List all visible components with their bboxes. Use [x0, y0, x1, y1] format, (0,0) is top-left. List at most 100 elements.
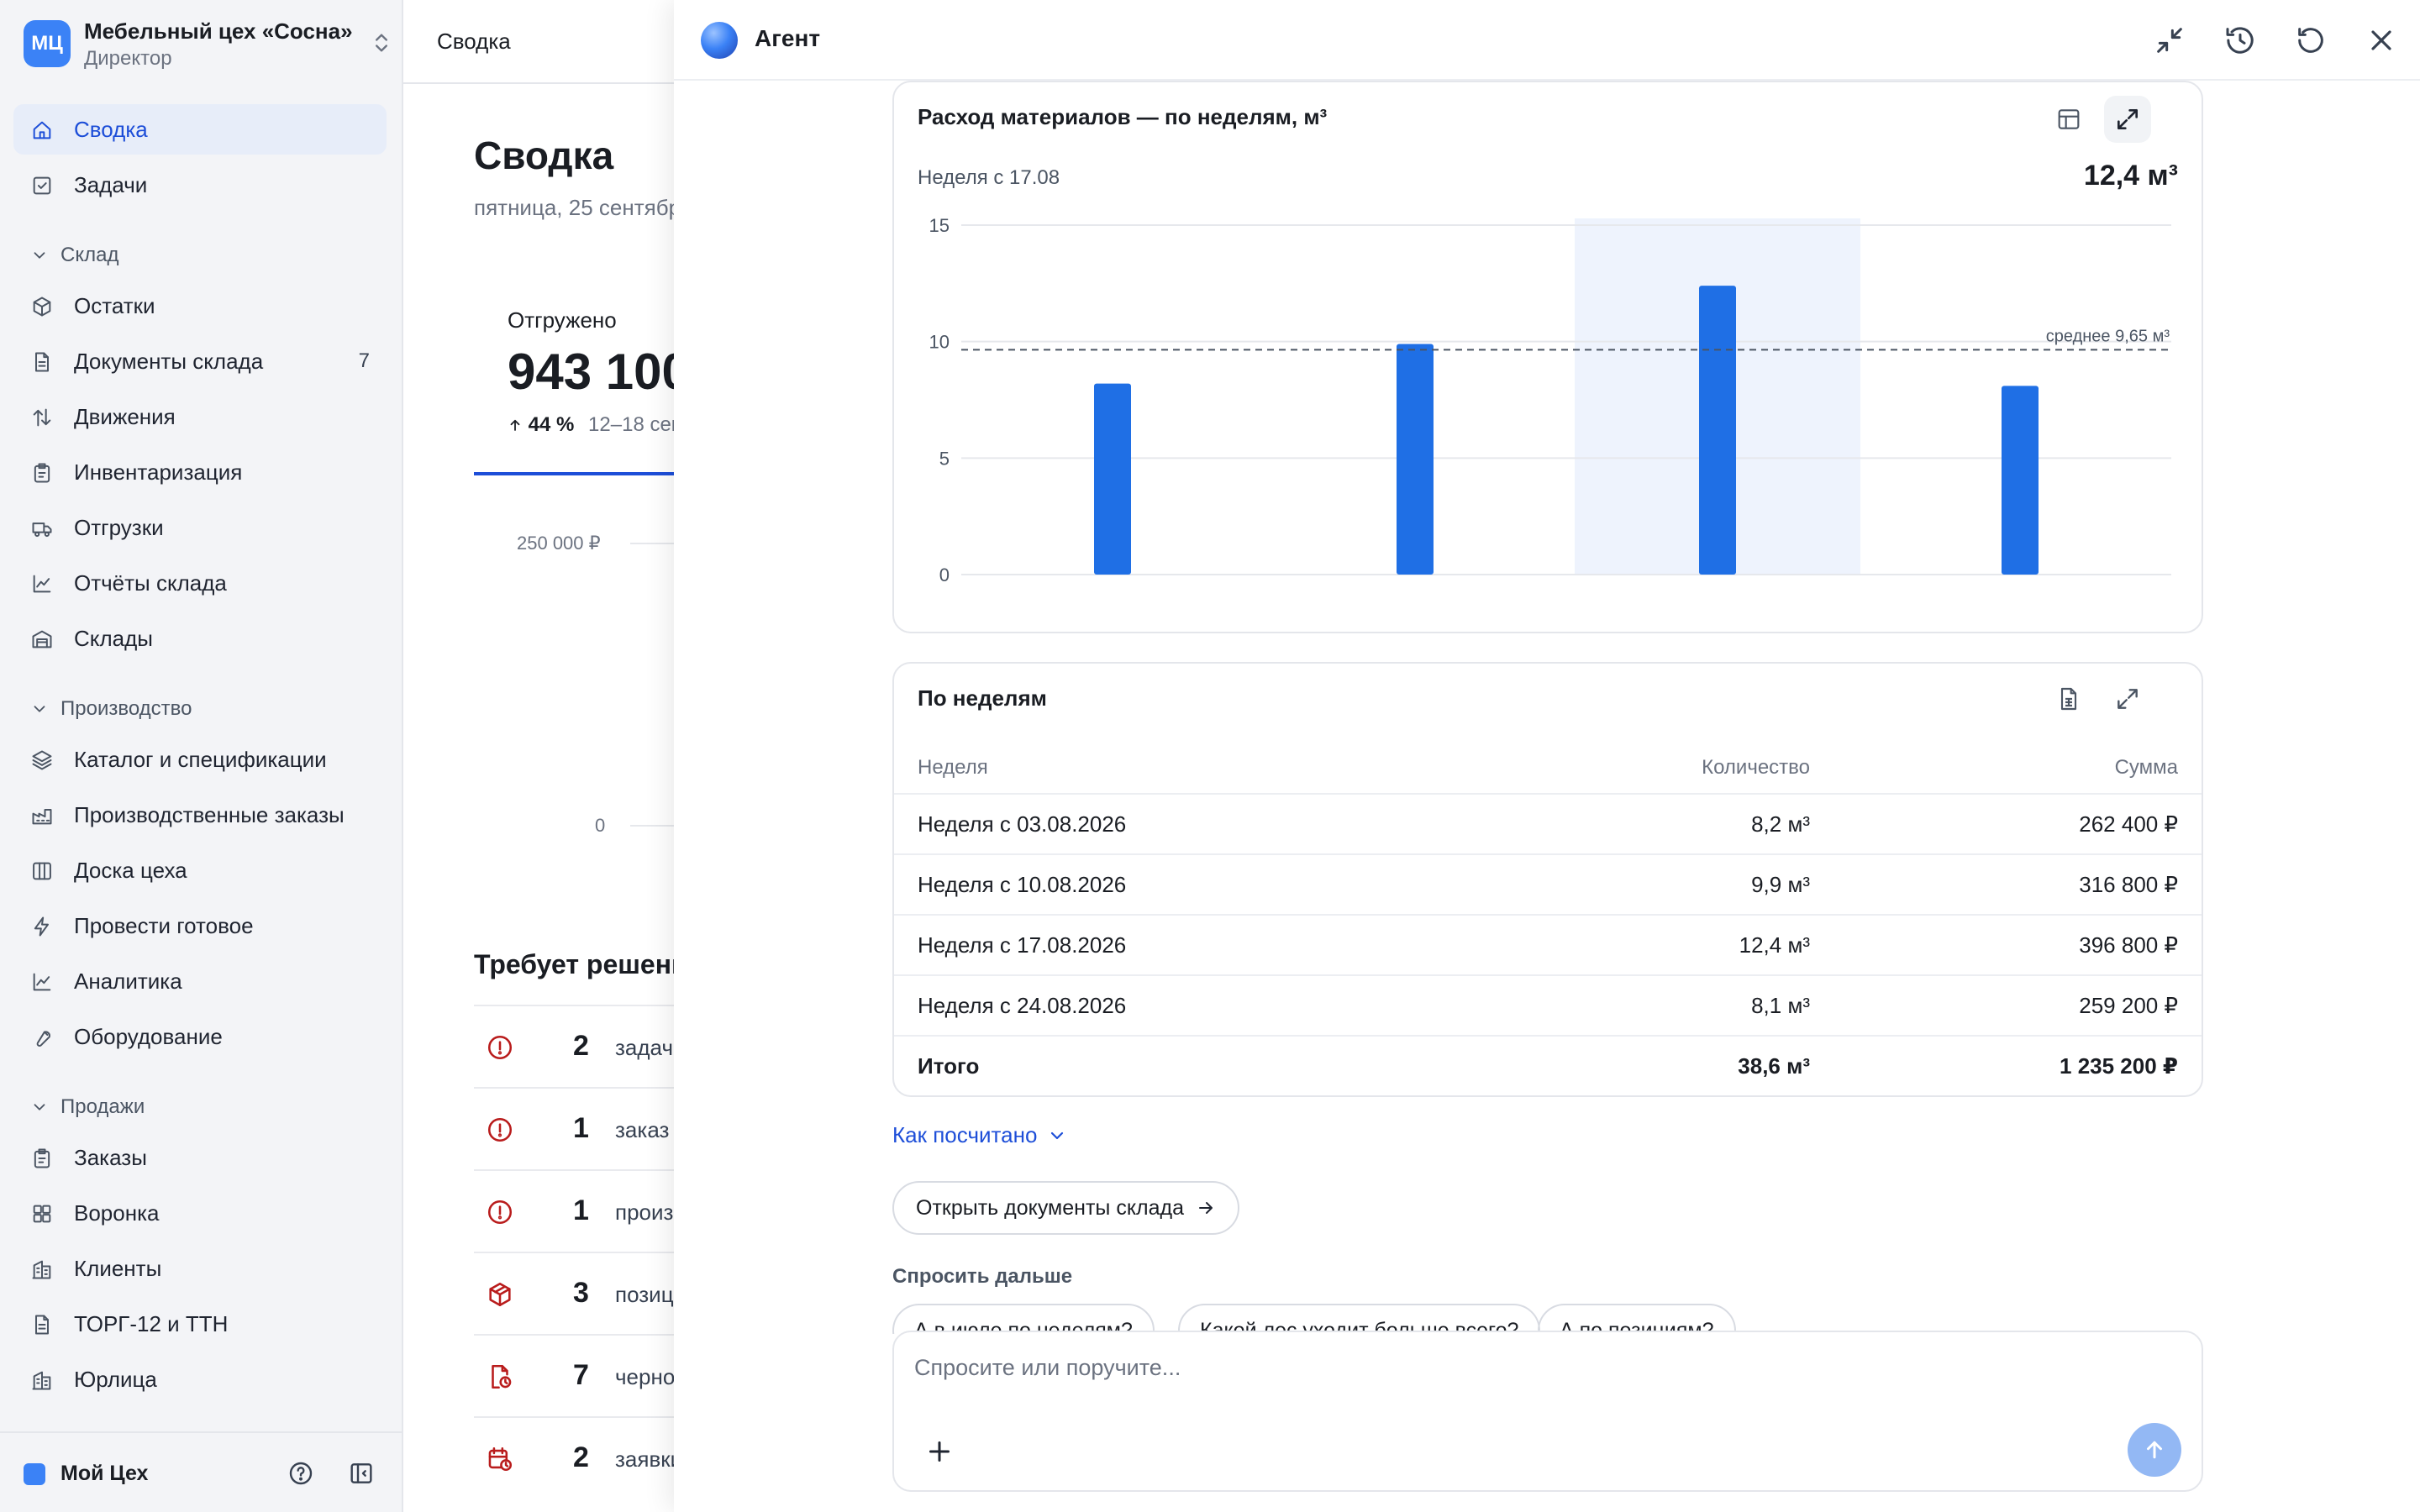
- cell-sum: 259 200 ₽: [2079, 993, 2178, 1018]
- agent-avatar: [701, 22, 738, 59]
- x-tick-label: 17.08: [1694, 585, 1740, 586]
- sidebar-item[interactable]: Клиенты: [13, 1243, 387, 1294]
- suggestion-chip[interactable]: А по позициям?: [1538, 1304, 1736, 1334]
- sidebar-item[interactable]: Остатки: [13, 281, 387, 331]
- table-row: Неделя с 17.08.2026 12,4 м³ 396 800 ₽: [894, 914, 2202, 974]
- bar-chart: 0 5 10 15 03.08 10.08 17.08 24.08 среднее 9,65 м…: [929, 215, 2171, 586]
- chart-card: Расход материалов — по неделям, м³ Недел…: [892, 81, 2203, 633]
- line-chart-icon: [33, 575, 51, 593]
- requires-row[interactable]: 2 заявки: [474, 1416, 674, 1499]
- export-button[interactable]: [2045, 675, 2092, 722]
- bolt-icon: [34, 916, 49, 937]
- requires-row[interactable]: 1 произв: [474, 1169, 674, 1252]
- kpi-label: Отгружено: [508, 307, 617, 333]
- table-row: Неделя с 24.08.2026 8,1 м³ 259 200 ₽: [894, 974, 2202, 1035]
- refresh-icon[interactable]: [2294, 24, 2328, 57]
- kpi-delta-value: 44 %: [528, 413, 575, 436]
- requires-row[interactable]: 7 черновиков: [474, 1334, 674, 1416]
- alert-circle-icon: [487, 1117, 513, 1142]
- document-icon: [35, 1315, 49, 1335]
- sidebar-section-toggle[interactable]: Продажи: [30, 1090, 145, 1124]
- sidebar-item[interactable]: Воронка: [13, 1188, 387, 1238]
- cell-total-sum: 1 235 200 ₽: [2060, 1053, 2178, 1079]
- bar: [2002, 386, 2039, 575]
- chevron-down-icon: [34, 1104, 45, 1110]
- expand-chart-button[interactable]: [2104, 96, 2151, 143]
- table-view-button[interactable]: [2045, 96, 2092, 143]
- sidebar-item-label: Документы склада: [74, 348, 264, 374]
- sidebar-item[interactable]: ТОРГ-12 и ТТН: [13, 1299, 387, 1349]
- suggestion-chip[interactable]: Какой лес уходит больше всего?: [1178, 1304, 1541, 1334]
- close-icon[interactable]: [2365, 24, 2398, 57]
- collapse-sidebar-icon[interactable]: [348, 1460, 375, 1487]
- sidebar-item[interactable]: Юрлица: [13, 1354, 387, 1404]
- axis-top-label: 250 000 ₽: [517, 533, 601, 554]
- cell-total-label: Итого: [918, 1053, 980, 1079]
- bar: [1699, 286, 1736, 575]
- history-icon[interactable]: [2223, 24, 2257, 57]
- requires-row[interactable]: 3 позиции: [474, 1252, 674, 1334]
- bar: [1094, 383, 1131, 575]
- sidebar-item[interactable]: Инвентаризация: [13, 447, 387, 497]
- box-icon: [33, 297, 51, 317]
- chevron-updown-icon: [376, 34, 387, 52]
- spreadsheet-icon: [2060, 687, 2077, 711]
- help-icon[interactable]: [287, 1460, 314, 1487]
- alert-circle-icon: [487, 1035, 513, 1060]
- page-title: Сводка: [474, 134, 614, 177]
- agent-title: Агент: [755, 25, 821, 51]
- sidebar-item-label: Задачи: [74, 171, 148, 197]
- sidebar-item[interactable]: Движения: [13, 391, 387, 442]
- table-icon: [2058, 109, 2080, 129]
- expand-table-button[interactable]: [2104, 675, 2151, 722]
- page-date: пятница, 25 сентябр: [474, 195, 674, 220]
- how-calculated-toggle[interactable]: Как посчитано: [892, 1122, 1067, 1148]
- requires-count: 2: [573, 1030, 589, 1062]
- grid-line: [630, 543, 674, 544]
- sidebar-item[interactable]: Провести готовое: [13, 900, 387, 951]
- y-tick-label: 15: [929, 215, 950, 236]
- requires-row[interactable]: 2 задачи: [474, 1005, 674, 1087]
- sidebar-section-toggle[interactable]: Склад: [30, 239, 118, 272]
- sidebar-item[interactable]: Отчёты склада: [13, 558, 387, 608]
- sidebar-item[interactable]: Каталог и спецификации: [13, 734, 387, 785]
- factory-icon: [32, 809, 52, 825]
- minimize-icon[interactable]: [2153, 24, 2186, 57]
- requires-title: Требует решения: [474, 949, 674, 979]
- calendar-clock-icon: [488, 1446, 513, 1472]
- sidebar-item[interactable]: Оборудование: [13, 1011, 387, 1062]
- sidebar-item-count: 7: [358, 349, 370, 372]
- col-header-sum: Сумма: [2114, 756, 2178, 779]
- task-check-icon: [33, 176, 51, 195]
- send-button[interactable]: [2128, 1423, 2181, 1477]
- composer-input[interactable]: [914, 1347, 2091, 1388]
- sidebar-item[interactable]: Склады: [13, 613, 387, 664]
- y-tick-label: 10: [929, 332, 950, 353]
- sidebar-item[interactable]: Производственные заказы: [13, 790, 387, 840]
- requires-count: 1: [573, 1112, 589, 1144]
- sidebar-item[interactable]: Заказы: [13, 1132, 387, 1183]
- open-warehouse-docs-button[interactable]: Открыть документы склада: [892, 1181, 1240, 1235]
- sidebar-item[interactable]: Документы склада 7: [13, 336, 387, 386]
- kpi-period: 12–18 сен: [588, 413, 674, 436]
- sidebar-item[interactable]: Сводка: [13, 104, 387, 155]
- workspace-name[interactable]: Мой Цех: [60, 1462, 148, 1486]
- kpi-tab-indicator: [474, 472, 674, 475]
- sidebar-item-label: Производственные заказы: [74, 801, 345, 827]
- line-chart-icon: [33, 973, 51, 991]
- sidebar-item-label: Каталог и спецификации: [74, 746, 327, 772]
- org-switcher[interactable]: МЦ Мебельный цех «Сосна» Директор: [24, 18, 393, 70]
- sidebar-item[interactable]: Отгрузки: [13, 502, 387, 553]
- requires-text: задачи: [615, 1035, 674, 1060]
- suggestion-chip[interactable]: А в июле по неделям?: [892, 1304, 1155, 1334]
- sidebar-item[interactable]: Аналитика: [13, 956, 387, 1006]
- plus-icon[interactable]: [924, 1436, 955, 1467]
- sidebar-item[interactable]: Доска цеха: [13, 845, 387, 895]
- sidebar-section-toggle[interactable]: Производство: [30, 692, 192, 726]
- sidebar-item[interactable]: Задачи: [13, 160, 387, 210]
- selected-week-value: 12,4 м³: [2083, 160, 2178, 192]
- requires-row[interactable]: 1 заказ: [474, 1087, 674, 1169]
- chart-title: Расход материалов — по неделям, м³: [918, 104, 1328, 129]
- expand-icon: [2118, 689, 2138, 709]
- requires-text: позиции: [615, 1282, 674, 1307]
